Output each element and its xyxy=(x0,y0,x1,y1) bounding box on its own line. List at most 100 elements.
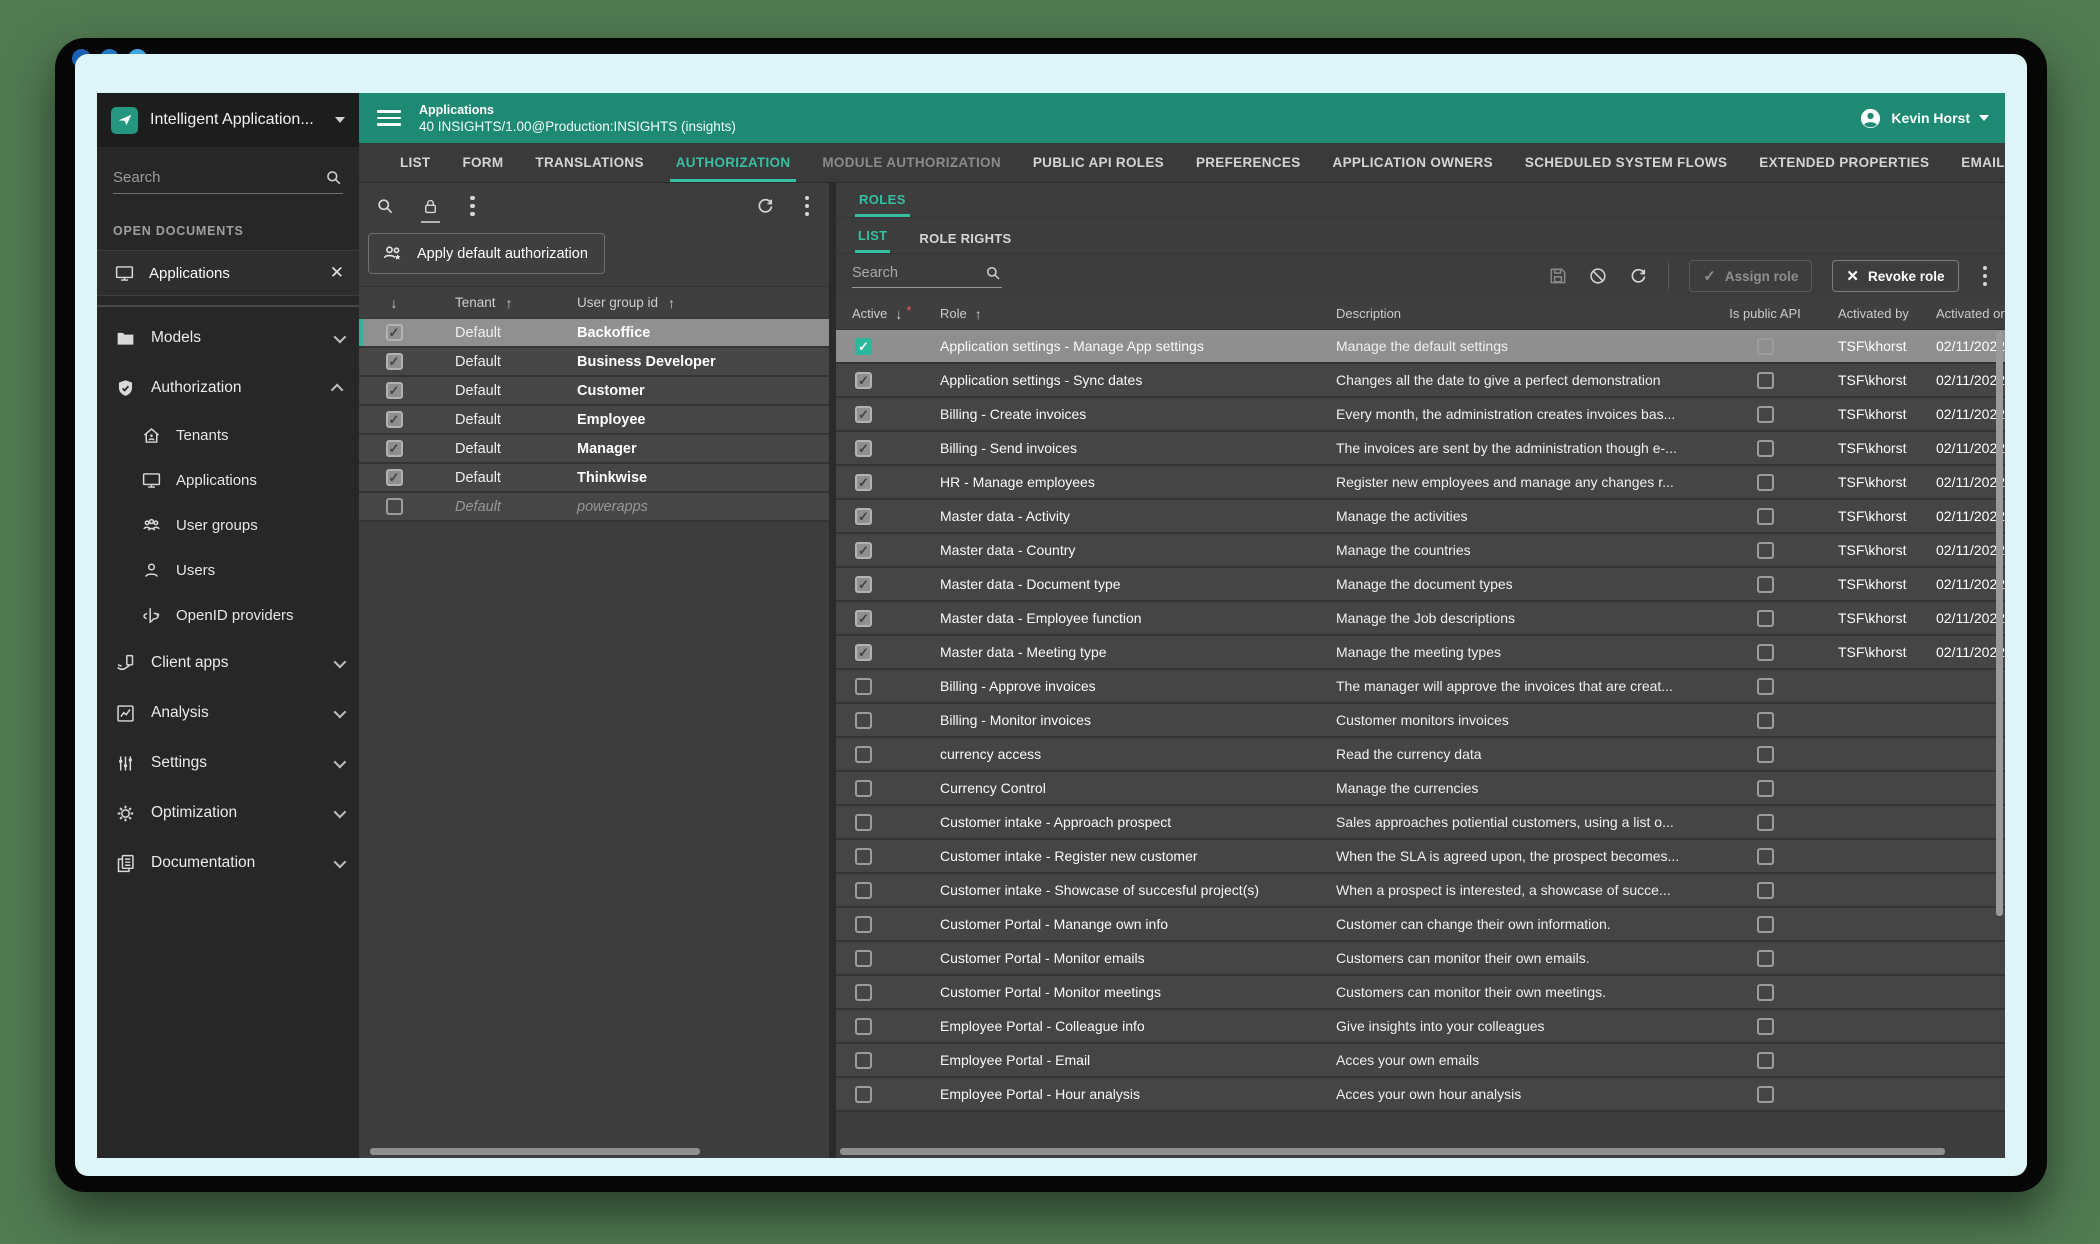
active-checkbox[interactable] xyxy=(855,916,872,933)
apply-default-authorization-button[interactable]: Apply default authorization xyxy=(368,233,605,274)
active-checkbox[interactable]: ✓ xyxy=(855,542,872,559)
row-checkbox[interactable]: ✓ xyxy=(386,382,403,399)
role-row[interactable]: ✓ Billing - Create invoices Every month,… xyxy=(836,398,2005,432)
tab-form[interactable]: FORM xyxy=(446,143,519,182)
tab-email-providers[interactable]: EMAIL PROVIDERS xyxy=(1945,143,2005,182)
is-public-api-checkbox[interactable] xyxy=(1757,814,1774,831)
user-group-row[interactable]: ✓ Default Thinkwise xyxy=(359,464,829,493)
user-group-row[interactable]: ✓ Default Customer xyxy=(359,377,829,406)
sidebar-item-client-apps[interactable]: Client apps xyxy=(97,638,359,688)
user-group-row[interactable]: ✓ Default Business Developer xyxy=(359,348,829,377)
user-group-row[interactable]: ✓ Default Manager xyxy=(359,435,829,464)
is-public-api-checkbox[interactable] xyxy=(1757,474,1774,491)
roles-search-input[interactable] xyxy=(852,265,984,281)
tab-list[interactable]: LIST xyxy=(384,143,446,182)
is-public-api-checkbox[interactable] xyxy=(1757,678,1774,695)
is-public-api-checkbox[interactable] xyxy=(1757,610,1774,627)
user-group-row[interactable]: ✓ Default Backoffice xyxy=(359,319,829,348)
role-row[interactable]: Customer Portal - Manange own info Custo… xyxy=(836,908,2005,942)
is-public-api-checkbox[interactable] xyxy=(1757,916,1774,933)
row-checkbox[interactable]: ✓ xyxy=(386,324,403,341)
active-checkbox[interactable]: ✓ xyxy=(855,372,872,389)
is-public-api-checkbox[interactable] xyxy=(1757,406,1774,423)
is-public-api-checkbox[interactable] xyxy=(1757,542,1774,559)
column-header-user-group-id[interactable]: User group id ↑ xyxy=(559,295,829,311)
sidebar-item-models[interactable]: Models xyxy=(97,313,359,363)
row-checkbox[interactable]: ✓ xyxy=(386,411,403,428)
roles-vertical-scrollbar[interactable] xyxy=(1996,331,2003,1144)
active-checkbox[interactable] xyxy=(855,984,872,1001)
user-group-row[interactable]: ✓ Default Employee xyxy=(359,406,829,435)
role-row[interactable]: Employee Portal - Colleague info Give in… xyxy=(836,1010,2005,1044)
role-row[interactable]: ✓ Master data - Document type Manage the… xyxy=(836,568,2005,602)
hamburger-menu-icon[interactable] xyxy=(377,110,401,126)
sidebar-item-openid-providers[interactable]: OpenID providers xyxy=(97,593,359,638)
is-public-api-checkbox[interactable] xyxy=(1757,712,1774,729)
is-public-api-checkbox[interactable] xyxy=(1757,508,1774,525)
column-header-description[interactable]: Description xyxy=(1320,306,1700,321)
active-checkbox[interactable] xyxy=(855,780,872,797)
revoke-role-button[interactable]: ✕ Revoke role xyxy=(1832,260,1958,292)
is-public-api-checkbox[interactable] xyxy=(1757,338,1774,355)
search-icon[interactable] xyxy=(375,196,395,216)
sidebar-item-settings[interactable]: Settings xyxy=(97,738,359,788)
role-row[interactable]: ✓ Application settings - Manage App sett… xyxy=(836,330,2005,364)
column-header-activated-by[interactable]: Activated by xyxy=(1830,306,1930,321)
is-public-api-checkbox[interactable] xyxy=(1757,780,1774,797)
sidebar-item-optimization[interactable]: Optimization xyxy=(97,788,359,838)
is-public-api-checkbox[interactable] xyxy=(1757,882,1774,899)
groups-horizontal-scrollbar[interactable] xyxy=(367,1148,821,1155)
active-checkbox[interactable]: ✓ xyxy=(855,338,872,355)
active-checkbox[interactable]: ✓ xyxy=(855,406,872,423)
is-public-api-checkbox[interactable] xyxy=(1757,372,1774,389)
active-checkbox[interactable] xyxy=(855,848,872,865)
role-row[interactable]: ✓ Application settings - Sync dates Chan… xyxy=(836,364,2005,398)
tab-public-api-roles[interactable]: PUBLIC API ROLES xyxy=(1017,143,1180,182)
role-row[interactable]: Customer Portal - Monitor emails Custome… xyxy=(836,942,2005,976)
role-row[interactable]: Customer intake - Approach prospect Sale… xyxy=(836,806,2005,840)
role-row[interactable]: Customer intake - Showcase of succesful … xyxy=(836,874,2005,908)
sidebar-item-analysis[interactable]: Analysis xyxy=(97,688,359,738)
user-menu[interactable]: Kevin Horst xyxy=(1859,107,1989,130)
tab-extended-properties[interactable]: EXTENDED PROPERTIES xyxy=(1743,143,1945,182)
column-header-is-public-api[interactable]: Is public API xyxy=(1700,306,1830,321)
sidebar-item-user-groups[interactable]: User groups xyxy=(97,503,359,548)
role-row[interactable]: Employee Portal - Email Acces your own e… xyxy=(836,1044,2005,1078)
sidebar-item-users[interactable]: Users xyxy=(97,548,359,593)
user-group-row[interactable]: Default powerapps xyxy=(359,493,829,522)
cancel-icon[interactable] xyxy=(1588,266,1608,286)
row-checkbox[interactable]: ✓ xyxy=(386,440,403,457)
role-row[interactable]: ✓ Master data - Activity Manage the acti… xyxy=(836,500,2005,534)
more-options-icon[interactable] xyxy=(801,194,814,219)
active-checkbox[interactable] xyxy=(855,1086,872,1103)
tab-roles[interactable]: ROLES xyxy=(855,192,910,217)
column-header-active[interactable]: Active ↓ * xyxy=(836,306,900,322)
sort-down-icon[interactable]: ↓ xyxy=(391,295,398,311)
tab-module-authorization[interactable]: MODULE AUTHORIZATION xyxy=(806,143,1016,182)
role-row[interactable]: Customer intake - Register new customer … xyxy=(836,840,2005,874)
assign-role-button[interactable]: ✓ Assign role xyxy=(1689,260,1812,292)
is-public-api-checkbox[interactable] xyxy=(1757,950,1774,967)
row-checkbox[interactable]: ✓ xyxy=(386,353,403,370)
is-public-api-checkbox[interactable] xyxy=(1757,1018,1774,1035)
is-public-api-checkbox[interactable] xyxy=(1757,576,1774,593)
save-icon[interactable] xyxy=(1548,266,1568,286)
sidebar-item-applications[interactable]: Applications xyxy=(97,458,359,503)
tab-role-rights[interactable]: ROLE RIGHTS xyxy=(916,231,1014,253)
role-row[interactable]: Billing - Approve invoices The manager w… xyxy=(836,670,2005,704)
role-row[interactable]: currency access Read the currency data xyxy=(836,738,2005,772)
role-row[interactable]: Currency Control Manage the currencies xyxy=(836,772,2005,806)
role-row[interactable]: Customer Portal - Monitor meetings Custo… xyxy=(836,976,2005,1010)
role-row[interactable]: Billing - Monitor invoices Customer moni… xyxy=(836,704,2005,738)
active-checkbox[interactable] xyxy=(855,746,872,763)
sidebar-item-authorization[interactable]: Authorization xyxy=(97,363,359,413)
tab-scheduled-system-flows[interactable]: SCHEDULED SYSTEM FLOWS xyxy=(1509,143,1743,182)
role-row[interactable]: ✓ HR - Manage employees Register new emp… xyxy=(836,466,2005,500)
tab-list[interactable]: LIST xyxy=(855,228,890,253)
active-checkbox[interactable] xyxy=(855,950,872,967)
role-row[interactable]: ✓ Billing - Send invoices The invoices a… xyxy=(836,432,2005,466)
role-row[interactable]: ✓ Master data - Employee function Manage… xyxy=(836,602,2005,636)
refresh-icon[interactable] xyxy=(755,196,775,216)
sidebar-search-input[interactable] xyxy=(113,169,324,186)
close-icon[interactable]: ✕ xyxy=(330,263,344,283)
